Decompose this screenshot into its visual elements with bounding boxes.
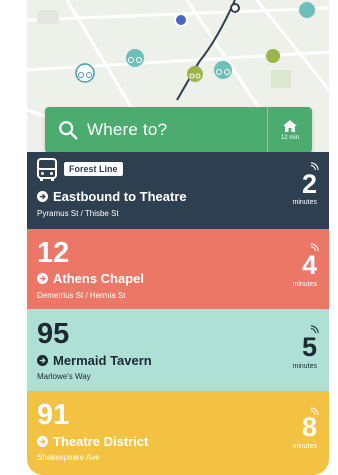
arrow-right-icon xyxy=(37,436,48,447)
arrival-card[interactable]: 91 Theatre District Shakespeare Ave 8 mi… xyxy=(27,391,329,475)
minutes-label: minutes xyxy=(292,443,317,450)
arrow-right-icon xyxy=(37,273,48,284)
destination: Mermaid Tavern xyxy=(37,353,152,368)
arrival-card[interactable]: 12 Athens Chapel Demetrius St / Hermia S… xyxy=(27,229,329,309)
arrow-right-icon xyxy=(37,355,48,366)
minutes-label: minutes xyxy=(292,363,317,370)
stop-street: Pyramus St / Thisbe St xyxy=(37,209,119,218)
bike-share-pin-icon[interactable] xyxy=(266,49,280,63)
bike-share-pin-icon[interactable] xyxy=(187,66,203,82)
stop-street: Shakespeare Ave xyxy=(37,453,100,462)
stop-street: Demetrius St / Hermia St xyxy=(37,291,126,300)
bike-share-pin-icon[interactable] xyxy=(214,61,232,79)
bike-share-pin-icon[interactable] xyxy=(299,2,315,18)
minutes-label: minutes xyxy=(292,281,317,288)
minutes-value: 2 xyxy=(301,169,317,199)
minutes-value: 5 xyxy=(301,332,317,362)
location-dot-icon xyxy=(174,13,188,27)
search-bar[interactable]: Where to? 12 min xyxy=(45,107,312,153)
destination: Eastbound to Theatre xyxy=(37,189,187,204)
app-screen: Where to? 12 min Forest Line Eastbound t… xyxy=(27,0,329,475)
route-number: 12 xyxy=(37,237,70,269)
destination: Theatre District xyxy=(37,434,148,449)
search-input[interactable]: Where to? xyxy=(87,120,267,140)
arrow-right-icon xyxy=(37,191,48,202)
bike-share-pin-icon[interactable] xyxy=(75,63,95,83)
arrival-card[interactable]: 95 Mermaid Tavern Marlowe's Way 5 minute… xyxy=(27,309,329,391)
home-icon xyxy=(283,120,297,132)
bus-icon xyxy=(37,158,57,181)
route-number: 91 xyxy=(37,399,70,431)
search-icon xyxy=(59,121,78,140)
arrival-card[interactable]: Forest Line Eastbound to Theatre Pyramus… xyxy=(27,152,329,229)
home-travel-time: 12 min xyxy=(280,135,299,141)
stop-street: Marlowe's Way xyxy=(37,372,91,381)
bike-share-pin-icon[interactable] xyxy=(126,49,144,67)
route-badge: Forest Line xyxy=(64,162,123,176)
destination: Athens Chapel xyxy=(37,271,144,286)
minutes-value: 8 xyxy=(301,412,317,442)
route-number: 95 xyxy=(37,318,70,350)
minutes-label: minutes xyxy=(292,199,317,206)
home-button[interactable]: 12 min xyxy=(267,107,312,153)
minutes-value: 4 xyxy=(301,250,317,280)
